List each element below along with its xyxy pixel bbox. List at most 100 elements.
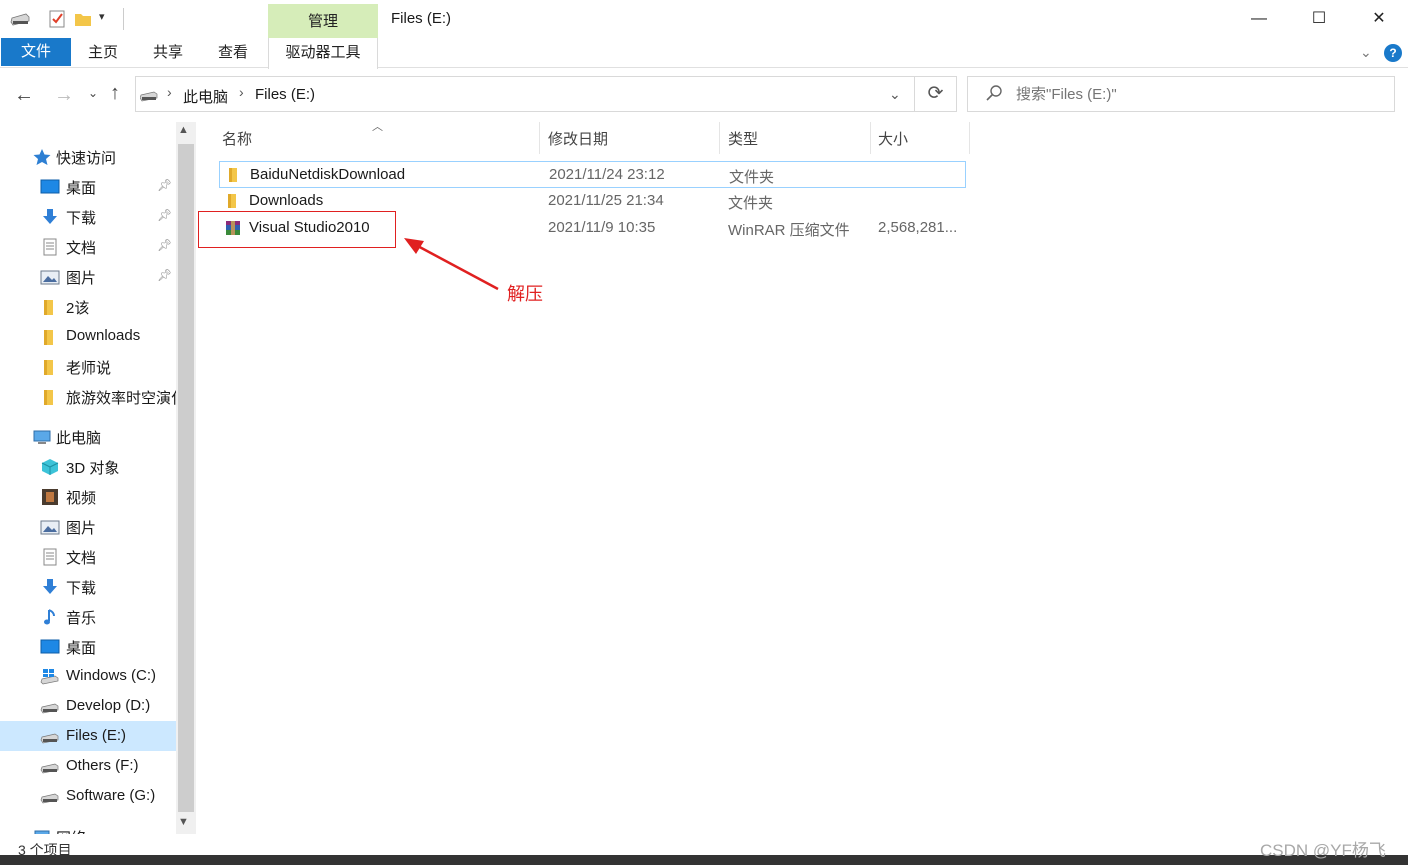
breadcrumb-this-pc[interactable]: 此电脑 <box>183 86 228 107</box>
nav-item-downloads[interactable]: 下载 <box>0 571 176 601</box>
refresh-button[interactable]: ⟳ <box>915 76 957 112</box>
nav-item-desktop[interactable]: 桌面 📌︎ <box>0 171 176 201</box>
recent-locations-icon[interactable]: ⌄ <box>88 86 98 100</box>
nav-label: 音乐 <box>66 610 97 627</box>
nav-label: 此电脑 <box>56 430 102 447</box>
nav-item-drive-e[interactable]: Files (E:) <box>0 721 176 751</box>
address-dropdown-icon[interactable]: ⌄ <box>889 86 901 103</box>
tab-home[interactable]: 主页 <box>78 38 128 68</box>
quick-access-dropdown-icon[interactable]: ▾ <box>99 10 105 23</box>
manage-tab-group: 管理 <box>268 4 378 38</box>
column-header-date[interactable]: 修改日期 <box>548 128 608 149</box>
column-header-size[interactable]: 大小 <box>878 128 908 149</box>
minimize-button[interactable]: — <box>1229 0 1289 38</box>
folder-icon <box>44 330 53 345</box>
search-icon <box>986 85 1002 101</box>
nav-this-pc[interactable]: 此电脑 <box>0 421 176 451</box>
close-button[interactable]: ✕ <box>1349 0 1408 38</box>
document-icon <box>43 548 57 566</box>
up-arrow-icon[interactable]: ↑ <box>110 82 120 105</box>
nav-scrollbar-thumb[interactable] <box>178 144 194 812</box>
title-bar <box>0 0 1408 38</box>
nav-item-downloads[interactable]: 下载 📌︎ <box>0 201 176 231</box>
column-divider[interactable] <box>539 122 540 154</box>
back-arrow-icon[interactable]: ← <box>14 84 34 107</box>
folder-icon <box>44 360 53 375</box>
column-header-name[interactable]: 名称 <box>222 128 252 149</box>
pin-icon[interactable]: 📌︎ <box>157 208 172 222</box>
breadcrumb-chevron-icon[interactable]: › <box>167 84 172 100</box>
scroll-up-icon[interactable]: ▲ <box>178 124 189 136</box>
file-row[interactable]: BaiduNetdiskDownload 2021/11/24 23:12 文件… <box>219 161 966 188</box>
search-input[interactable] <box>1016 86 1376 103</box>
breadcrumb-chevron-icon[interactable]: › <box>239 84 244 100</box>
window-title: Files (E:) <box>391 10 451 27</box>
nav-label: 3D 对象 <box>66 460 120 477</box>
nav-item-documents[interactable]: 文档 📌︎ <box>0 231 176 261</box>
maximize-button[interactable]: ☐ <box>1289 0 1349 38</box>
nav-item-documents[interactable]: 文档 <box>0 541 176 571</box>
nav-label: 视频 <box>66 490 97 507</box>
nav-network[interactable]: 网络 <box>0 821 176 834</box>
nav-label: Files (E:) <box>66 727 126 744</box>
nav-item-drive-g[interactable]: Software (G:) <box>0 781 176 811</box>
nav-label: Software (G:) <box>66 787 156 804</box>
nav-item-music[interactable]: 音乐 <box>0 601 176 631</box>
column-divider[interactable] <box>719 122 720 154</box>
expand-ribbon-icon[interactable]: ⌄ <box>1360 44 1372 61</box>
nav-item-drive-d[interactable]: Develop (D:) <box>0 691 176 721</box>
new-folder-icon[interactable] <box>74 10 92 28</box>
music-icon <box>44 609 55 625</box>
nav-item-folder[interactable]: 老师说 <box>0 351 176 381</box>
file-type: WinRAR 压缩文件 <box>728 222 850 239</box>
pin-icon[interactable]: 📌︎ <box>157 178 172 192</box>
desktop-icon <box>40 179 60 194</box>
column-divider[interactable] <box>870 122 871 154</box>
nav-label: 2该 <box>66 300 90 317</box>
address-bar[interactable] <box>135 76 915 112</box>
column-divider[interactable] <box>969 122 970 154</box>
drive-icon[interactable] <box>10 12 30 26</box>
nav-label: 网络 <box>56 827 86 834</box>
scroll-down-icon[interactable]: ▼ <box>178 816 189 828</box>
nav-quick-access[interactable]: 快速访问 <box>0 141 176 171</box>
computer-icon <box>33 430 51 444</box>
tab-drive-tools[interactable]: 驱动器工具 <box>268 38 378 69</box>
properties-icon[interactable] <box>48 10 66 28</box>
drive-icon <box>140 91 158 102</box>
nav-item-drive-f[interactable]: Others (F:) <box>0 751 176 781</box>
pin-icon[interactable]: 📌︎ <box>157 238 172 252</box>
column-header-type[interactable]: 类型 <box>728 128 758 149</box>
tab-share[interactable]: 共享 <box>143 38 193 68</box>
file-date: 2021/11/9 10:35 <box>548 219 656 236</box>
pictures-icon <box>40 270 60 285</box>
nav-item-drive-c[interactable]: Windows (C:) <box>0 661 176 691</box>
navigation-pane: 快速访问 桌面 📌︎ 下载 📌︎ 文档 📌︎ 图片 📌︎ 2该 Download… <box>0 122 176 834</box>
nav-label: 老师说 <box>66 360 112 377</box>
nav-item-folder[interactable]: 旅游效率时空演化 <box>0 381 176 411</box>
breadcrumb-files-e[interactable]: Files (E:) <box>255 86 315 103</box>
tab-view[interactable]: 查看 <box>208 38 258 68</box>
help-icon[interactable]: ? <box>1384 44 1402 62</box>
nav-item-videos[interactable]: 视频 <box>0 481 176 511</box>
nav-label: Develop (D:) <box>66 697 151 714</box>
3d-objects-icon <box>41 459 59 475</box>
toolbar-divider <box>123 8 124 30</box>
pin-icon[interactable]: 📌︎ <box>157 268 172 282</box>
nav-item-pictures[interactable]: 图片 <box>0 511 176 541</box>
file-type: 文件夹 <box>729 169 775 186</box>
file-name: BaiduNetdiskDownload <box>250 166 406 183</box>
nav-item-3d-objects[interactable]: 3D 对象 <box>0 451 176 481</box>
tab-file[interactable]: 文件 <box>1 38 71 66</box>
nav-label: 旅游效率时空演化 <box>66 390 176 407</box>
nav-item-pictures[interactable]: 图片 📌︎ <box>0 261 176 291</box>
forward-arrow-icon[interactable]: → <box>54 84 74 107</box>
nav-item-folder[interactable]: 2该 <box>0 291 176 321</box>
nav-item-folder[interactable]: Downloads <box>0 321 176 351</box>
watermark: CSDN @YF杨飞 <box>1260 841 1386 860</box>
file-size: 2,568,281... <box>878 219 958 236</box>
nav-item-desktop[interactable]: 桌面 <box>0 631 176 661</box>
document-icon <box>43 238 57 256</box>
nav-label: 桌面 <box>66 640 97 657</box>
annotation-highlight-box <box>198 211 396 248</box>
